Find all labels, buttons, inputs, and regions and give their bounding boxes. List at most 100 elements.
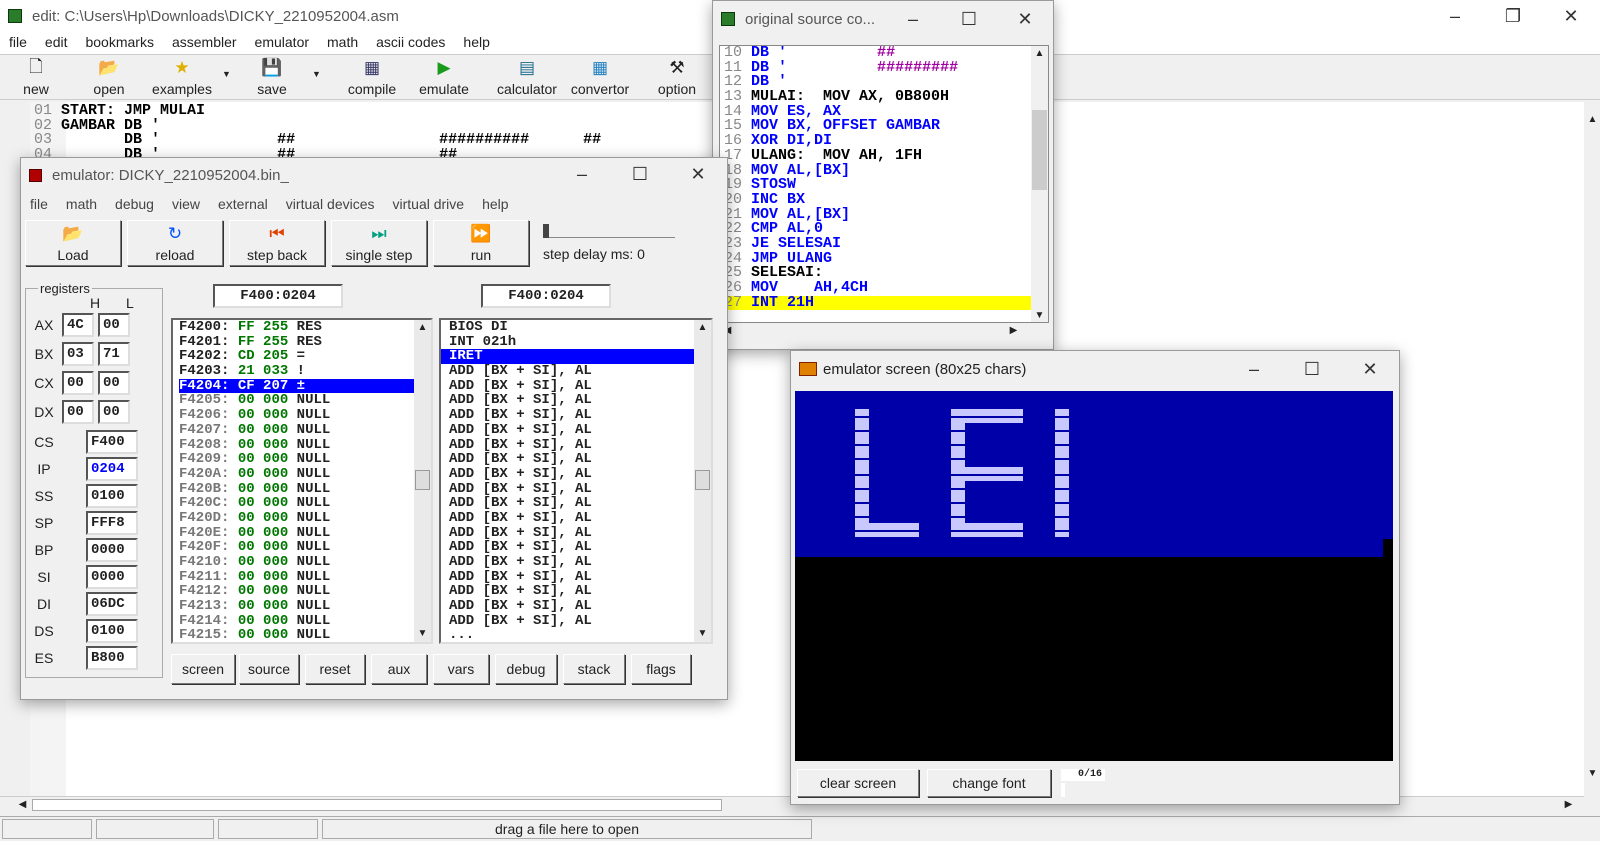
screen-display[interactable] xyxy=(795,391,1393,761)
reset-button[interactable]: reset xyxy=(305,654,365,684)
bp-field[interactable]: 0000 xyxy=(86,538,138,562)
menu-edit[interactable]: edit xyxy=(36,30,77,54)
disasm-address-input[interactable]: F400:0204 xyxy=(481,284,611,308)
memory-row[interactable]: F4212: 00 000 NULL xyxy=(179,584,431,599)
maximize-icon[interactable]: ☐ xyxy=(941,3,997,35)
di-field[interactable]: 06DC xyxy=(86,592,138,616)
close-icon[interactable]: ✕ xyxy=(997,3,1053,35)
scroll-up-icon[interactable]: ▲ xyxy=(1031,46,1048,62)
step-delay-slider[interactable] xyxy=(543,224,675,238)
aux-button[interactable]: aux xyxy=(371,654,427,684)
memory-row[interactable]: F4211: 00 000 NULL xyxy=(179,569,431,585)
reload-button[interactable]: ↻ reload xyxy=(127,220,223,266)
single-step-button[interactable]: ⏭ single step xyxy=(331,220,427,266)
debug-button[interactable]: debug xyxy=(495,654,557,684)
scroll-down-icon[interactable]: ▼ xyxy=(694,626,711,642)
menu-virtual-drive[interactable]: virtual drive xyxy=(384,192,474,216)
menu-ascii-codes[interactable]: ascii codes xyxy=(367,30,454,54)
bx-low-field[interactable]: 71 xyxy=(98,342,130,366)
memory-row[interactable]: F420F: 00 000 NULL xyxy=(179,540,431,555)
save-dropdown-icon[interactable]: ▼ xyxy=(312,69,321,79)
memory-row[interactable]: F4208: 00 000 NULL xyxy=(179,437,431,453)
memory-row[interactable]: F4215: 00 000 NULL xyxy=(179,628,431,642)
flags-button[interactable]: flags xyxy=(631,654,691,684)
disasm-row[interactable]: ADD [BX + SI], AL xyxy=(441,423,711,438)
es-field[interactable]: B800 xyxy=(86,646,138,670)
source-hscroll[interactable]: ◀ ▶ xyxy=(719,323,1049,341)
ax-high-field[interactable]: 4C xyxy=(62,313,94,337)
source-code-view[interactable]: 10 DB ' ## 11 DB ' ######### 12 DB ' 13 … xyxy=(719,45,1049,323)
ip-field[interactable]: 0204 xyxy=(86,457,138,481)
slider-thumb[interactable] xyxy=(543,224,549,238)
menu-view[interactable]: view xyxy=(163,192,209,216)
examples-dropdown-icon[interactable]: ▼ xyxy=(222,69,231,79)
source-vscroll[interactable]: ▲ ▼ xyxy=(1031,46,1048,322)
memory-row[interactable]: F420C: 00 000 NULL xyxy=(179,496,431,511)
vars-button[interactable]: vars xyxy=(433,654,489,684)
minimize-icon[interactable]: – xyxy=(553,158,611,190)
si-field[interactable]: 0000 xyxy=(86,565,138,589)
disasm-row[interactable]: ADD [BX + SI], AL xyxy=(441,584,711,599)
disasm-row[interactable]: ADD [BX + SI], AL xyxy=(441,437,711,453)
disasm-row[interactable]: ADD [BX + SI], AL xyxy=(441,481,711,497)
memory-row[interactable]: F4213: 00 000 NULL xyxy=(179,599,431,614)
dx-high-field[interactable]: 00 xyxy=(62,400,94,424)
disasm-row[interactable]: BIOS DI xyxy=(441,320,711,335)
maximize-icon[interactable]: ☐ xyxy=(611,158,669,190)
bx-high-field[interactable]: 03 xyxy=(62,342,94,366)
memory-row[interactable]: F4202: CD 205 = xyxy=(179,349,431,364)
disasm-row[interactable]: ADD [BX + SI], AL xyxy=(441,599,711,614)
new-button[interactable]: 🗋 new xyxy=(14,57,58,99)
disasm-row[interactable]: ADD [BX + SI], AL xyxy=(441,496,711,511)
close-icon[interactable]: ✕ xyxy=(1341,353,1399,385)
maximize-icon[interactable]: ☐ xyxy=(1283,353,1341,385)
cs-field[interactable]: F400 xyxy=(86,430,138,454)
load-button[interactable]: 📂 Load xyxy=(25,220,121,266)
close-icon[interactable]: ✕ xyxy=(1542,0,1600,32)
disasm-row[interactable]: ... xyxy=(441,628,711,642)
minimize-icon[interactable]: – xyxy=(885,3,941,35)
scroll-down-icon[interactable]: ▼ xyxy=(1031,308,1048,322)
ss-field[interactable]: 0100 xyxy=(86,484,138,508)
examples-button[interactable]: ★ examples xyxy=(150,57,214,99)
scroll-up-icon[interactable]: ▲ xyxy=(694,320,711,336)
memory-address-input[interactable]: F400:0204 xyxy=(213,284,343,308)
calculator-button[interactable]: ▤ calculator xyxy=(494,57,560,99)
scroll-right-icon[interactable]: ▶ xyxy=(1005,323,1022,339)
memory-row[interactable]: F4201: FF 255 RES xyxy=(179,334,431,350)
open-button[interactable]: 📂 open xyxy=(84,57,134,99)
disasm-row[interactable]: ADD [BX + SI], AL xyxy=(441,525,711,541)
screen-button[interactable]: screen xyxy=(171,654,235,684)
ds-field[interactable]: 0100 xyxy=(86,619,138,643)
memory-row[interactable]: F4214: 00 000 NULL xyxy=(179,613,431,629)
disasm-scroll-thumb[interactable] xyxy=(695,470,710,490)
disasm-row[interactable]: ADD [BX + SI], AL xyxy=(441,408,711,423)
run-button[interactable]: ⏩ run xyxy=(433,220,529,266)
memory-row[interactable]: F4207: 00 000 NULL xyxy=(179,422,431,438)
close-icon[interactable]: ✕ xyxy=(669,158,727,190)
disassembly-list[interactable]: BIOS DI INT 021h IRET ADD [BX + SI], AL ADD … xyxy=(439,318,713,644)
memory-row[interactable]: F420A: 00 000 NULL xyxy=(179,467,431,482)
memory-scroll-thumb[interactable] xyxy=(415,470,430,490)
memory-row[interactable]: F4210: 00 000 NULL xyxy=(179,555,431,570)
change-font-button[interactable]: change font xyxy=(927,769,1051,797)
menu-file[interactable]: file xyxy=(0,30,36,54)
step-back-button[interactable]: ⏮ step back xyxy=(229,220,325,266)
menu-math[interactable]: math xyxy=(57,192,106,216)
source-vscroll-thumb[interactable] xyxy=(1032,110,1047,190)
menu-file[interactable]: file xyxy=(21,192,57,216)
convertor-button[interactable]: ▦ convertor xyxy=(568,57,632,99)
disasm-row[interactable]: ADD [BX + SI], AL xyxy=(441,614,711,629)
menu-virtual-devices[interactable]: virtual devices xyxy=(277,192,384,216)
menu-debug[interactable]: debug xyxy=(106,192,163,216)
menu-bookmarks[interactable]: bookmarks xyxy=(76,30,162,54)
disasm-row[interactable]: ADD [BX + SI], AL xyxy=(441,555,711,570)
scroll-up-icon[interactable]: ▲ xyxy=(414,320,431,336)
hscroll-thumb[interactable] xyxy=(32,799,722,811)
memory-row[interactable]: F4200: FF 255 RES xyxy=(179,320,431,335)
memory-row[interactable]: F4206: 00 000 NULL xyxy=(179,408,431,423)
clear-screen-button[interactable]: clear screen xyxy=(797,769,919,797)
editor-vscroll[interactable]: ▲ ▼ xyxy=(1584,102,1600,796)
memory-row[interactable]: F420D: 00 000 NULL xyxy=(179,511,431,526)
memory-list[interactable]: F4200: FF 255 RES F4201: FF 255 RES F4202:… xyxy=(171,318,433,644)
